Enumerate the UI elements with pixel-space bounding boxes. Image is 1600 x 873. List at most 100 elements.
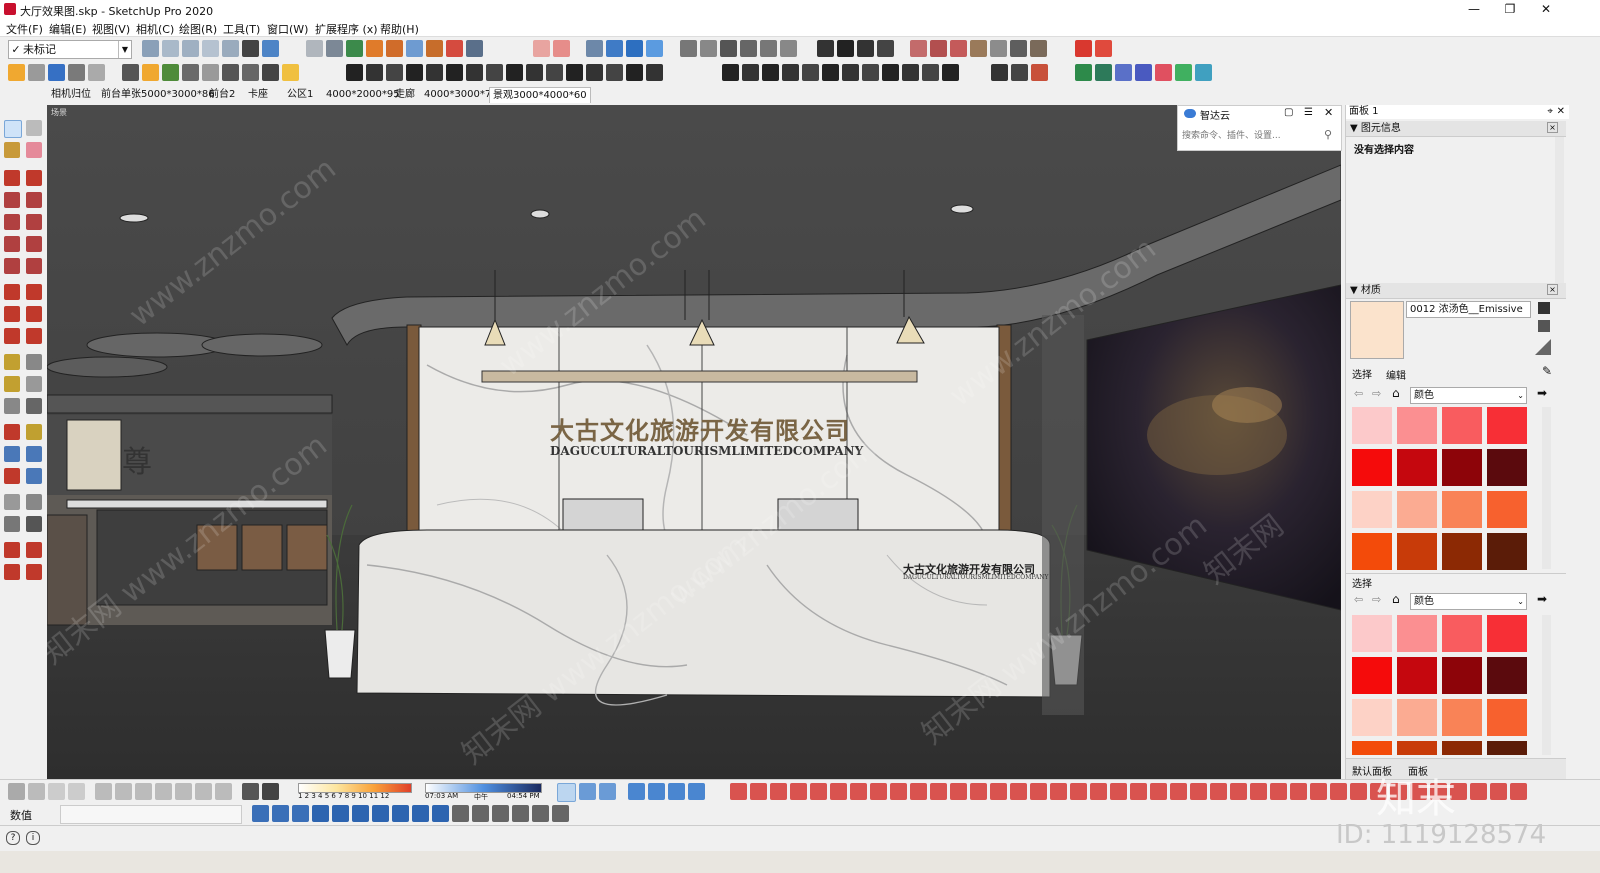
material-name-field[interactable]: 0012 浓汤色__Emissive — [1406, 301, 1531, 318]
info-icon[interactable]: i — [26, 831, 40, 845]
red-tool-16-icon[interactable] — [1030, 783, 1047, 800]
checkbox-icon[interactable] — [837, 40, 854, 57]
save-icon[interactable] — [68, 783, 85, 800]
home-icon[interactable]: ⌂ — [1392, 592, 1400, 606]
color-swatch[interactable] — [1442, 699, 1482, 736]
chain-icon[interactable] — [742, 64, 759, 81]
group-icon[interactable] — [646, 40, 663, 57]
drape-icon[interactable] — [26, 564, 42, 580]
shape-icon[interactable] — [426, 40, 443, 57]
red-tool-39-icon[interactable] — [1490, 783, 1507, 800]
back-view-icon[interactable] — [222, 40, 239, 57]
tray-close-icon[interactable]: ✕ — [1557, 105, 1565, 119]
red-tool-18-icon[interactable] — [1070, 783, 1087, 800]
arc2-icon[interactable] — [26, 258, 42, 274]
layout-icon[interactable] — [1095, 40, 1112, 57]
truss-icon[interactable] — [842, 64, 859, 81]
protractor-icon[interactable] — [4, 376, 20, 392]
color-swatch[interactable] — [1442, 491, 1482, 528]
import-icon[interactable] — [1095, 64, 1112, 81]
pie-icon[interactable] — [26, 236, 42, 252]
material-icon[interactable] — [910, 40, 927, 57]
red-tool-23-icon[interactable] — [1170, 783, 1187, 800]
tape-measure-icon[interactable] — [4, 354, 20, 370]
color-swatch[interactable] — [1487, 449, 1527, 486]
building-icon[interactable] — [740, 40, 757, 57]
color-swatch[interactable] — [1352, 533, 1392, 570]
zhidayun-search-input[interactable] — [1180, 128, 1322, 144]
paint-icon[interactable] — [366, 40, 383, 57]
rotate-icon[interactable] — [4, 306, 20, 322]
red-tool-21-icon[interactable] — [1130, 783, 1147, 800]
home-icon[interactable] — [760, 40, 777, 57]
scene-tab-3[interactable]: 前台2 — [206, 87, 238, 102]
front-view-icon[interactable] — [182, 40, 199, 57]
view-d-icon[interactable] — [155, 783, 172, 800]
spiral-icon[interactable] — [782, 64, 799, 81]
color-swatch[interactable] — [1442, 741, 1482, 755]
red-tool-26-icon[interactable] — [1230, 783, 1247, 800]
red-tool-10-icon[interactable] — [910, 783, 927, 800]
shadow-toggle-icon[interactable] — [262, 783, 279, 800]
warehouse-icon[interactable] — [680, 40, 697, 57]
stone-icon[interactable] — [990, 40, 1007, 57]
circle-blue-icon[interactable] — [1195, 64, 1212, 81]
panel-icon[interactable] — [902, 64, 919, 81]
sandbox-contours-icon[interactable] — [557, 783, 576, 802]
menu-window[interactable]: 窗口(W) — [267, 21, 308, 37]
target-icon[interactable] — [688, 783, 705, 800]
component-icon[interactable] — [626, 40, 643, 57]
arc3-icon[interactable] — [4, 258, 20, 274]
rbz-icon[interactable] — [292, 805, 309, 822]
red-tool-14-icon[interactable] — [990, 783, 1007, 800]
red-tool-20-icon[interactable] — [1110, 783, 1127, 800]
color-swatch[interactable] — [1442, 615, 1482, 652]
red-tool-12-icon[interactable] — [950, 783, 967, 800]
brush-icon[interactable] — [942, 64, 959, 81]
red-tool-31-icon[interactable] — [1330, 783, 1347, 800]
color-swatch[interactable] — [1352, 491, 1392, 528]
stairs2-icon[interactable] — [646, 64, 663, 81]
red-tool-8-icon[interactable] — [870, 783, 887, 800]
sample-paint-icon[interactable] — [1535, 339, 1551, 355]
cube-icon[interactable] — [606, 40, 623, 57]
orbit-icon[interactable] — [4, 424, 20, 440]
entity-info-close-icon[interactable]: × — [1547, 122, 1558, 133]
red-tool-27-icon[interactable] — [1250, 783, 1267, 800]
color-swatch[interactable] — [1442, 657, 1482, 694]
hand-icon[interactable] — [802, 64, 819, 81]
material-options-icon[interactable] — [1538, 320, 1550, 332]
red-tool-1-icon[interactable] — [730, 783, 747, 800]
stair-icon[interactable] — [346, 64, 363, 81]
beam-icon[interactable] — [386, 64, 403, 81]
dots-icon[interactable] — [882, 64, 899, 81]
color-swatch[interactable] — [1487, 407, 1527, 444]
color-swatch[interactable] — [1397, 657, 1437, 694]
stack-icon[interactable] — [242, 64, 259, 81]
forward-arrow-icon[interactable]: ⇨ — [1372, 593, 1381, 606]
tab-edit[interactable]: 编辑 — [1386, 367, 1406, 382]
export-icon[interactable] — [1075, 64, 1092, 81]
red-tool-19-icon[interactable] — [1090, 783, 1107, 800]
globe-icon[interactable] — [242, 783, 259, 800]
scene-tab-1[interactable]: 相机归位 — [48, 87, 94, 102]
su-more-icon[interactable] — [252, 805, 269, 822]
red-tool-24-icon[interactable] — [1190, 783, 1207, 800]
refresh-icon[interactable] — [28, 64, 45, 81]
section-tool-icon[interactable] — [26, 516, 42, 532]
car-icon[interactable] — [48, 64, 65, 81]
color-swatch[interactable] — [1487, 741, 1527, 755]
cloud-icon[interactable] — [1115, 64, 1132, 81]
material-library-select[interactable]: 颜色 ⌄ — [1410, 387, 1527, 404]
material-library-select-2[interactable]: 颜色 ⌄ — [1410, 593, 1527, 610]
color-swatch[interactable] — [1397, 741, 1437, 755]
scene-tab-6[interactable]: 4000*2000*95 — [323, 87, 403, 102]
axes-icon[interactable] — [4, 398, 20, 414]
chair-icon[interactable] — [626, 64, 643, 81]
menu-camera[interactable]: 相机(C) — [136, 21, 174, 37]
red-tool-30-icon[interactable] — [1310, 783, 1327, 800]
cube-outline-icon[interactable] — [472, 805, 489, 822]
render-icon[interactable] — [182, 64, 199, 81]
layer-select[interactable]: ✓ 未标记 ▼ — [8, 40, 132, 59]
box-package-icon[interactable] — [1031, 64, 1048, 81]
